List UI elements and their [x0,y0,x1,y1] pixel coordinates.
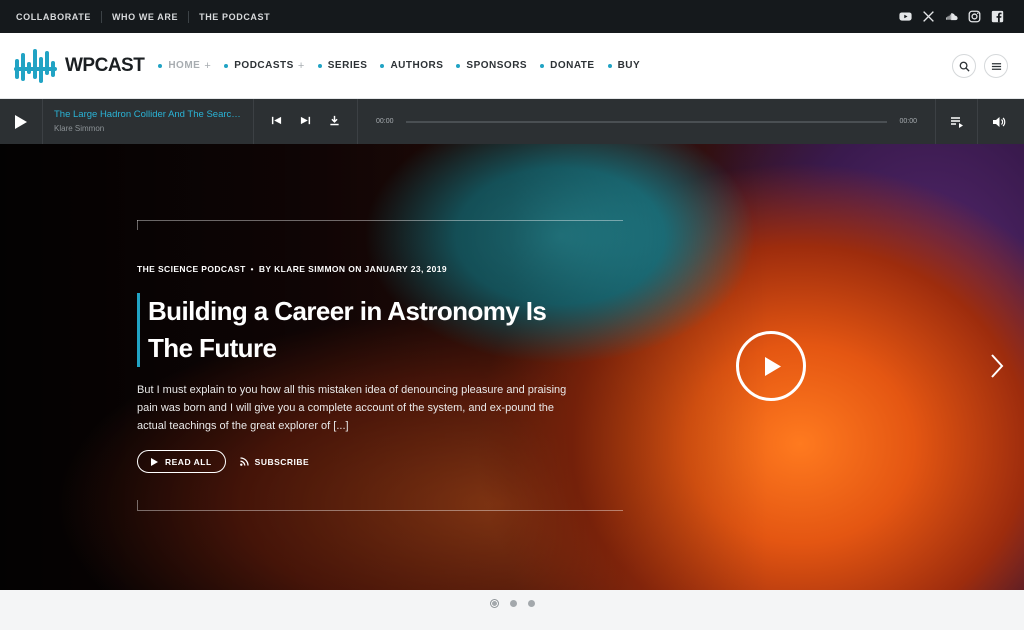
search-button[interactable] [952,54,976,78]
playlist-button[interactable] [935,99,977,144]
rule-tick [137,500,138,510]
volume-icon [992,116,1005,127]
skip-forward-icon [300,116,311,124]
slider-next-icon[interactable] [989,352,1005,380]
menu-button[interactable] [984,54,1008,78]
player-time-current: 00:00 [376,118,394,125]
toplink-the-podcast[interactable]: THE PODCAST [199,12,270,22]
hero-bottom-rule [137,500,623,511]
nav-label: HOME [168,60,201,71]
subscribe-button[interactable]: SUBSCRIBE [239,456,310,467]
nav-authors[interactable]: AUTHORS [380,60,443,71]
rule-tick [137,220,138,230]
nav-label: SPONSORS [466,60,528,71]
nav-series[interactable]: SERIES [317,60,368,71]
hero-title-block: Building a Career in Astronomy Is The Fu… [137,293,597,367]
play-icon [151,457,158,466]
main-nav: HOME + PODCASTS + SERIES AUTHORS SPONSOR… [158,60,640,72]
nav-label: PODCASTS [234,60,294,71]
play-icon [765,356,781,376]
player-progress: 00:00 00:00 [358,99,935,144]
download-icon [330,115,339,125]
hero-category[interactable]: THE SCIENCE PODCAST [137,264,246,274]
hero-meta: THE SCIENCE PODCAST • BY KLARE SIMMON ON… [137,264,447,274]
slider-dot[interactable] [509,600,517,607]
nav-plus-icon: + [297,59,305,72]
rss-icon [239,457,249,466]
nav-dot [224,63,229,68]
facebook-icon[interactable] [991,10,1004,23]
nav-plus-icon: + [204,59,212,72]
nav-dot [380,63,385,68]
player-time-total: 00:00 [899,118,917,125]
play-icon [15,114,27,129]
next-button[interactable] [300,113,311,131]
hero-top-rule [137,220,623,230]
social-links [899,10,1008,23]
logo-text: WPCAST [65,54,145,76]
nav-label: SERIES [327,60,368,71]
hero-title[interactable]: Building a Career in Astronomy Is The Fu… [148,293,597,367]
nav-podcasts[interactable]: PODCASTS + [224,60,305,72]
player-track-title[interactable]: The Large Hadron Collider And The Search… [54,109,242,120]
player-track-author: Klare Simmon [54,124,105,133]
top-bar: COLLABORATE WHO WE ARE THE PODCAST [0,0,1024,33]
read-all-label: READ ALL [165,456,212,467]
previous-button[interactable] [271,113,282,131]
nav-label: BUY [617,60,641,71]
hero-overlay [0,144,1024,590]
instagram-icon[interactable] [968,10,981,23]
search-icon [959,61,970,72]
hero-slide: THE SCIENCE PODCAST • BY KLARE SIMMON ON… [0,144,1024,590]
logo-mark-icon [14,48,57,83]
nav-dot [607,63,612,68]
nav-dot [317,63,322,68]
toplink-collaborate[interactable]: COLLABORATE [16,12,91,22]
player-controls [254,99,358,144]
slider-dot[interactable] [489,599,499,608]
toplink-who-we-are[interactable]: WHO WE ARE [112,12,178,22]
divider [188,10,190,23]
nav-dot [456,63,461,68]
nav-dot [158,63,163,68]
nav-home[interactable]: HOME + [158,60,211,72]
read-all-button[interactable]: READ ALL [137,450,226,473]
hero-byline: BY KLARE SIMMON ON JANUARY 23, 2019 [258,264,448,274]
slider-dot[interactable] [527,600,535,607]
volume-button[interactable] [977,99,1019,144]
x-icon[interactable] [922,10,935,23]
playlist-icon [950,116,963,128]
audio-player: The Large Hadron Collider And The Search… [0,99,1024,144]
slider-pagination [0,590,1024,630]
hero-excerpt: But I must explain to you how all this m… [137,384,567,432]
hero-actions: READ ALL SUBSCRIBE [137,450,309,473]
nav-sponsors[interactable]: SPONSORS [456,60,527,71]
nav-label: DONATE [550,60,595,71]
player-seek-bar[interactable] [405,120,888,123]
youtube-icon[interactable] [899,10,912,23]
meta-bullet: • [250,264,254,274]
player-play-button[interactable] [0,99,43,144]
player-track-info: The Large Hadron Collider And The Search… [43,99,254,144]
soundcloud-icon[interactable] [945,10,958,23]
hero-play-button[interactable] [736,331,806,401]
header-actions [952,54,1008,78]
logo[interactable]: WPCAST [14,47,145,85]
hamburger-icon [991,62,1001,70]
subscribe-label: SUBSCRIBE [254,456,310,467]
site-header: WPCAST HOME + PODCASTS + SERIES AUTHORS … [0,33,1024,99]
player-extra-controls [935,99,1019,144]
skip-back-icon [271,116,282,124]
nav-buy[interactable]: BUY [607,60,641,71]
nav-dot [540,63,545,68]
divider [100,10,102,23]
top-links: COLLABORATE WHO WE ARE THE PODCAST [16,10,270,23]
download-button[interactable] [329,113,340,131]
nav-label: AUTHORS [390,60,444,71]
nav-donate[interactable]: DONATE [540,60,594,71]
